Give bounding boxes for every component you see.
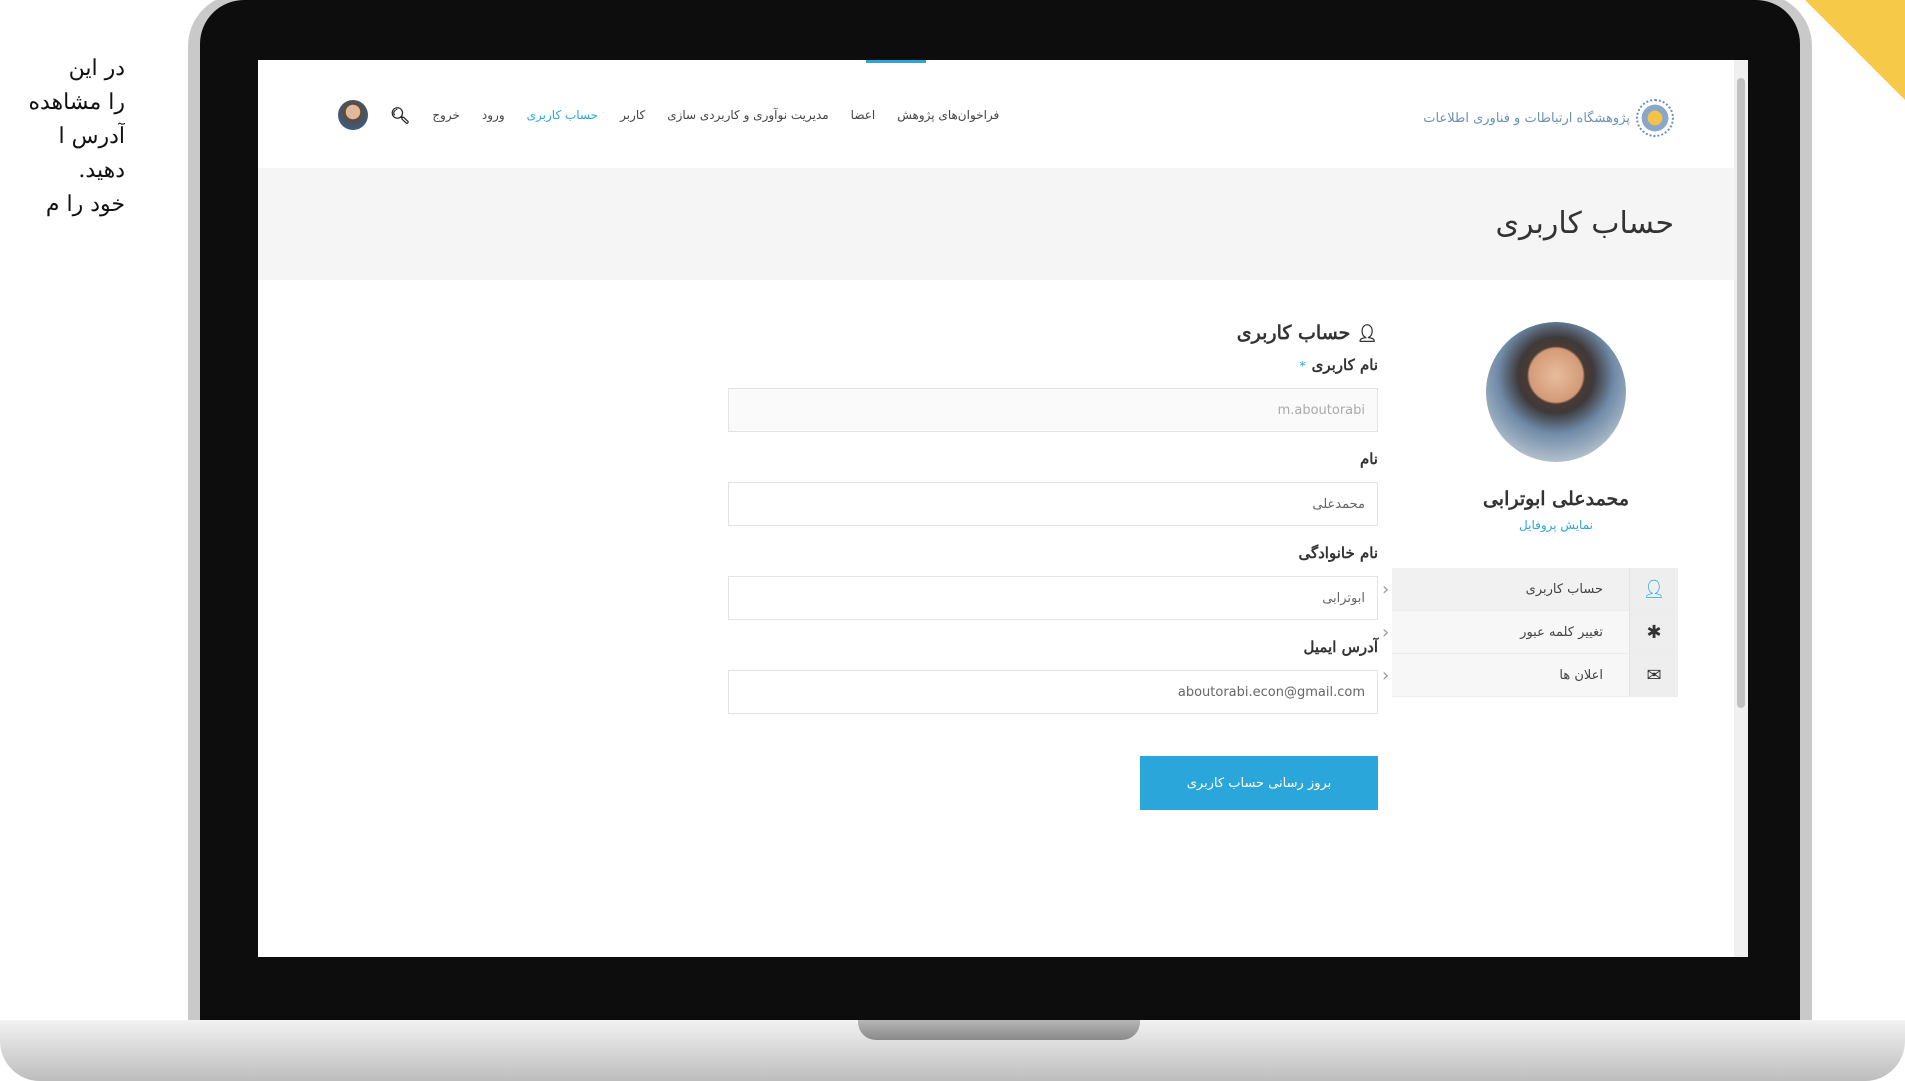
update-account-button[interactable]: بروز رسانی حساب کاربری xyxy=(1140,756,1378,810)
email-label: آدرس ایمیل xyxy=(1303,638,1378,656)
chevron-left-icon: ‹ xyxy=(1382,578,1390,600)
slide-line-2: را مشاهده xyxy=(28,90,125,115)
navbar: پژوهشگاه ارتباطات و فناوری اطلاعات فراخو… xyxy=(258,60,1734,169)
search-icon[interactable]: 🔍︎ xyxy=(390,106,410,125)
page-title: حساب کاربری xyxy=(1495,206,1674,241)
slide-text: در این را مشاهده آدرس ا دهید. خود را م xyxy=(0,52,125,222)
user-icon: 👤︎ xyxy=(1356,324,1378,344)
side-item-label: حساب کاربری xyxy=(1525,581,1603,597)
side-item-change-password[interactable]: ✱ تغییر کلمه عبور ‹ xyxy=(1382,611,1678,654)
asterisk-icon: ✱ xyxy=(1629,611,1678,653)
site-logo[interactable]: پژوهشگاه ارتباطات و فناوری اطلاعات xyxy=(1423,98,1674,138)
slide-line-4: دهید. xyxy=(78,158,125,183)
username-label: نام کاربری * xyxy=(728,356,1378,378)
logo-icon xyxy=(1636,99,1674,137)
account-side-menu: 👤︎ حساب کاربری ‹ ✱ تغییر کلمه عبور ‹ ✉ ا… xyxy=(1382,568,1678,697)
nav-link-calls[interactable]: فراخوان‌های پژوهش xyxy=(897,108,999,122)
form-title: 👤︎حساب کاربری xyxy=(728,322,1378,352)
slide-line-3: آدرس ا xyxy=(58,124,126,149)
browser-screen: پژوهشگاه ارتباطات و فناوری اطلاعات فراخو… xyxy=(258,60,1748,957)
firstname-field[interactable] xyxy=(728,482,1378,526)
chevron-left-icon: ‹ xyxy=(1382,664,1390,686)
nav-link-login[interactable]: ورود xyxy=(482,108,505,122)
chevron-left-icon: ‹ xyxy=(1382,621,1390,643)
profile-name: محمدعلی ابوترابی xyxy=(1482,488,1630,510)
side-item-label: اعلان ها xyxy=(1559,667,1603,683)
username-field[interactable] xyxy=(728,388,1378,432)
nav-link-logout[interactable]: خروج xyxy=(432,108,460,122)
nav-link-innovation[interactable]: مدیریت نوآوری و کاربردی سازی xyxy=(667,108,828,122)
account-form: 👤︎حساب کاربری نام کاربری * نام نام خانواد… xyxy=(728,322,1378,810)
scrollbar[interactable] xyxy=(1734,60,1748,957)
username-label-text: نام کاربری xyxy=(1311,356,1378,374)
lastname-label: نام خانوادگی xyxy=(1298,544,1378,562)
user-icon: 👤︎ xyxy=(1629,568,1678,610)
profile-avatar xyxy=(1486,322,1626,462)
page-header-band: حساب کاربری xyxy=(258,168,1734,280)
nav-link-user[interactable]: کاربر xyxy=(620,108,645,122)
email-field[interactable] xyxy=(728,670,1378,714)
nav-avatar[interactable] xyxy=(338,100,368,130)
slide-line-1: در این xyxy=(68,56,125,81)
envelope-icon: ✉ xyxy=(1629,654,1678,696)
slide-line-5: خود را م xyxy=(45,192,125,217)
laptop-notch xyxy=(858,1020,1140,1040)
corner-decoration xyxy=(1805,0,1905,100)
logo-text: پژوهشگاه ارتباطات و فناوری اطلاعات xyxy=(1423,110,1630,126)
firstname-label: نام xyxy=(1359,450,1378,468)
view-profile-link[interactable]: نمایش پروفایل xyxy=(1456,518,1656,532)
profile-card: محمدعلی ابوترابی نمایش پروفایل xyxy=(1456,322,1656,532)
side-item-label: تغییر کلمه عبور xyxy=(1520,624,1603,640)
side-item-account[interactable]: 👤︎ حساب کاربری ‹ xyxy=(1382,568,1678,611)
nav-link-members[interactable]: اعضا xyxy=(851,108,876,122)
nav-link-account[interactable]: حساب کاربری xyxy=(527,108,598,122)
nav-links: فراخوان‌های پژوهش اعضا مدیریت نوآوری و ک… xyxy=(338,100,999,130)
scrollbar-thumb[interactable] xyxy=(1737,78,1745,708)
lastname-field[interactable] xyxy=(728,576,1378,620)
side-item-notifications[interactable]: ✉ اعلان ها ‹ xyxy=(1382,654,1678,697)
required-marker: * xyxy=(1299,359,1306,373)
form-title-text: حساب کاربری xyxy=(1236,322,1351,344)
